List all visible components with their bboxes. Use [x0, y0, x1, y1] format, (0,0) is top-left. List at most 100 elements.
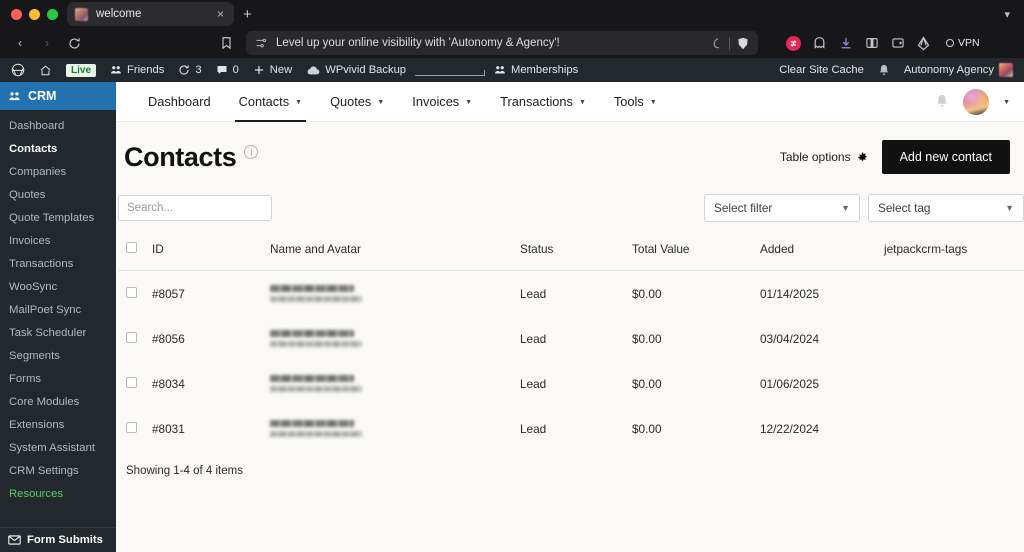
- sidebar-item-forms[interactable]: Forms: [0, 367, 116, 390]
- avatar[interactable]: [963, 88, 990, 115]
- brave-shields-icon[interactable]: [737, 37, 749, 50]
- admin-bar-item-friends[interactable]: Friends: [103, 58, 171, 82]
- add-new-contact-button[interactable]: Add new contact: [881, 140, 1010, 174]
- table-row[interactable]: #8057 Lead $0.00 01/14/2025: [118, 271, 1024, 317]
- column-header-id[interactable]: ID: [148, 236, 266, 271]
- sidebar-item-system-assistant[interactable]: System Assistant: [0, 436, 116, 459]
- info-icon[interactable]: i: [244, 145, 259, 159]
- clear-site-cache-button[interactable]: Clear Site Cache: [772, 58, 871, 82]
- sidebar-item-mailpoet-sync[interactable]: MailPoet Sync: [0, 298, 116, 321]
- close-tab-icon[interactable]: ×: [215, 8, 226, 20]
- sidebar-item-quote-templates[interactable]: Quote Templates: [0, 206, 116, 229]
- cell-added: 01/14/2025: [760, 286, 820, 301]
- select-filter-dropdown[interactable]: Select filter ▼: [704, 194, 860, 222]
- cell-tags: [880, 316, 1024, 361]
- column-header-tags[interactable]: jetpackcrm-tags: [880, 236, 1024, 271]
- table-options-button[interactable]: Table options: [780, 150, 868, 164]
- sidebar-header-crm[interactable]: CRM: [0, 82, 116, 110]
- row-checkbox[interactable]: [126, 331, 137, 343]
- cell-name-avatar[interactable]: [266, 271, 516, 317]
- page-header-actions: Table options Add new contact: [780, 140, 1010, 174]
- browser-tab[interactable]: welcome ×: [67, 2, 234, 26]
- column-header-total-value[interactable]: Total Value: [628, 236, 756, 271]
- sidebar-item-extensions[interactable]: Extensions: [0, 413, 116, 436]
- download-icon[interactable]: [837, 35, 854, 52]
- new-tab-button[interactable]: +: [234, 7, 261, 22]
- table-row[interactable]: #8034 Lead $0.00 01/06/2025: [118, 361, 1024, 406]
- bell-icon[interactable]: [935, 94, 949, 109]
- admin-bar-item-comments[interactable]: 0: [209, 58, 246, 82]
- sidebar-item-core-modules[interactable]: Core Modules: [0, 390, 116, 413]
- column-header-name-avatar[interactable]: Name and Avatar: [266, 236, 516, 271]
- browser-window: welcome × + ▾ ‹ › Level up your online v…: [0, 0, 1024, 552]
- brave-rewards-icon[interactable]: [915, 35, 932, 52]
- sidebar-item-contacts[interactable]: Contacts: [0, 137, 116, 160]
- bookmark-icon[interactable]: [213, 31, 239, 55]
- wp-admin-sidebar: CRM Dashboard Contacts Companies Quotes …: [0, 82, 116, 552]
- sidebar-toggle-icon[interactable]: [863, 35, 880, 52]
- tab-invoices[interactable]: Invoices ▼: [398, 82, 486, 122]
- row-checkbox[interactable]: [126, 376, 137, 388]
- tab-quotes[interactable]: Quotes ▼: [316, 82, 398, 122]
- sidebar-footer-label: Form Submits: [27, 534, 103, 546]
- sidebar-item-invoices[interactable]: Invoices: [0, 229, 116, 252]
- sidebar-item-transactions[interactable]: Transactions: [0, 252, 116, 275]
- sidebar-item-segments[interactable]: Segments: [0, 344, 116, 367]
- reload-button[interactable]: [62, 31, 86, 55]
- sidebar-item-dashboard[interactable]: Dashboard: [0, 114, 116, 137]
- tab-dashboard[interactable]: Dashboard: [134, 82, 225, 122]
- select-tag-dropdown[interactable]: Select tag ▼: [868, 194, 1024, 222]
- ghost-extension-icon[interactable]: [811, 35, 828, 52]
- select-all-checkbox[interactable]: [126, 242, 137, 253]
- tab-tools[interactable]: Tools ▼: [600, 82, 671, 122]
- row-checkbox[interactable]: [126, 421, 137, 433]
- close-window-button[interactable]: [11, 8, 22, 20]
- live-badge[interactable]: Live: [59, 58, 103, 82]
- vpn-status-icon: [946, 39, 954, 47]
- wordpress-logo-icon[interactable]: [4, 58, 32, 82]
- admin-bar-item-updates[interactable]: 3: [171, 58, 208, 82]
- chevron-down-icon: ▼: [295, 99, 303, 106]
- contacts-table-wrapper: ID Name and Avatar Status Total Value Ad…: [116, 236, 1024, 477]
- cell-name-avatar[interactable]: [266, 406, 516, 451]
- site-home-icon[interactable]: [32, 58, 59, 82]
- cell-name-avatar[interactable]: [266, 316, 516, 361]
- forward-button[interactable]: ›: [35, 31, 59, 55]
- sidebar-item-crm-settings[interactable]: CRM Settings: [0, 459, 116, 482]
- address-bar[interactable]: Level up your online visibility with 'Au…: [246, 31, 758, 55]
- chevron-down-icon: ▼: [649, 99, 657, 106]
- brave-leo-icon[interactable]: [711, 37, 722, 50]
- tab-contacts[interactable]: Contacts ▼: [225, 82, 316, 122]
- sidebar-item-task-scheduler[interactable]: Task Scheduler: [0, 321, 116, 344]
- row-checkbox[interactable]: [126, 286, 137, 298]
- bell-icon[interactable]: [871, 58, 897, 82]
- admin-bar-account[interactable]: Autonomy Agency: [897, 58, 1020, 82]
- sidebar-item-form-submits[interactable]: Form Submits: [0, 527, 116, 552]
- sidebar-item-quotes[interactable]: Quotes: [0, 183, 116, 206]
- contact-email-redacted: [270, 431, 362, 437]
- back-button[interactable]: ‹: [8, 31, 32, 55]
- wallet-icon[interactable]: [889, 35, 906, 52]
- sidebar-item-woosync[interactable]: WooSync: [0, 275, 116, 298]
- wp-admin-bar: Live Friends 3 0 New WPvivid Backup Memb…: [0, 58, 1024, 82]
- contact-name-redacted: [270, 285, 354, 292]
- vpn-button[interactable]: VPN: [941, 35, 985, 51]
- table-row[interactable]: #8056 Lead $0.00 03/04/2024: [118, 316, 1024, 361]
- tab-transactions[interactable]: Transactions ▼: [486, 82, 600, 122]
- admin-bar-item-wpvivid-backup[interactable]: WPvivid Backup: [299, 58, 413, 82]
- maximize-window-button[interactable]: [47, 8, 58, 20]
- search-input[interactable]: [118, 195, 272, 221]
- sidebar-item-resources[interactable]: Resources: [0, 482, 116, 505]
- admin-bar-item-new[interactable]: New: [246, 58, 299, 82]
- column-header-added[interactable]: Added: [756, 236, 880, 271]
- chevron-down-icon[interactable]: ▼: [1003, 99, 1010, 106]
- sidebar-item-companies[interactable]: Companies: [0, 160, 116, 183]
- column-header-status[interactable]: Status: [516, 236, 628, 271]
- cell-name-avatar[interactable]: [266, 361, 516, 406]
- chevron-down-icon[interactable]: ▾: [1004, 8, 1018, 21]
- extension-red-icon[interactable]: [785, 35, 802, 52]
- table-row[interactable]: #8031 Lead $0.00 12/22/2024: [118, 406, 1024, 451]
- minimize-window-button[interactable]: [29, 8, 40, 20]
- page-settings-icon[interactable]: [255, 37, 267, 49]
- admin-bar-item-memberships[interactable]: Memberships: [487, 58, 585, 82]
